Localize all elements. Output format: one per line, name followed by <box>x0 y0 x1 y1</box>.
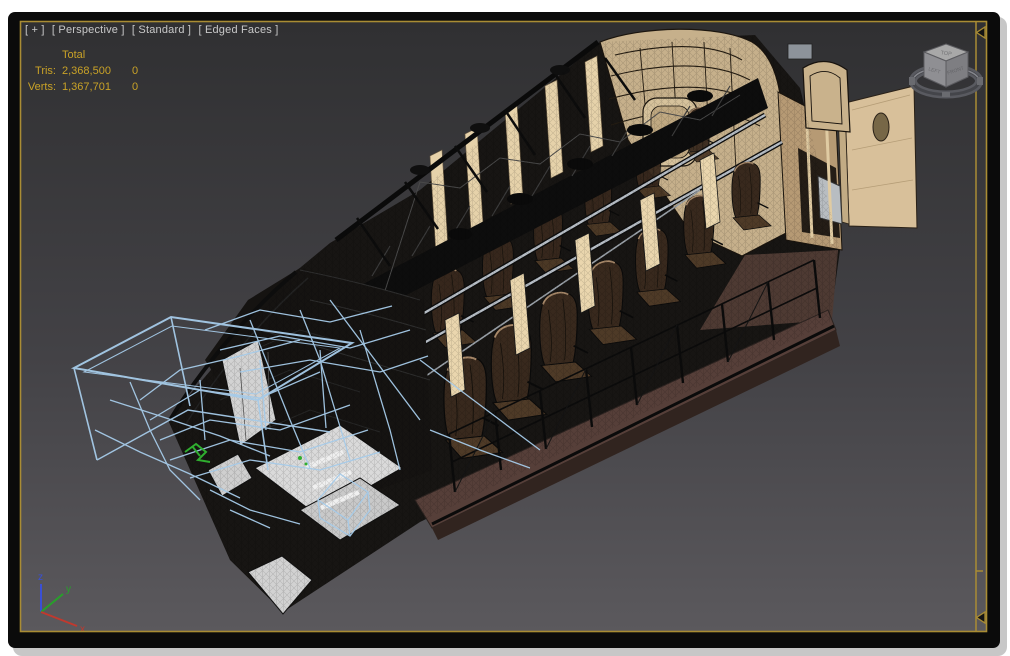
viewport-general-menu[interactable]: [ + ] <box>25 24 45 36</box>
viewport-label: [ + ] [ Perspective ] [ Standard ] [ Edg… <box>25 24 282 36</box>
screenshot-root: TOP FRONT LEFT z y x [ + ] [ Perspective… <box>0 0 1010 656</box>
viewport-pov-menu[interactable]: [ Perspective ] <box>52 24 125 36</box>
detached-door-panel[interactable] <box>838 86 917 228</box>
axis-z-label: z <box>38 572 43 583</box>
viewport-canvas[interactable]: TOP FRONT LEFT z y x <box>0 0 1010 656</box>
axis-y-label: y <box>66 584 71 595</box>
viewport-shading-menu[interactable]: [ Edged Faces ] <box>198 24 278 36</box>
viewport-renderer-menu[interactable]: [ Standard ] <box>132 24 191 36</box>
